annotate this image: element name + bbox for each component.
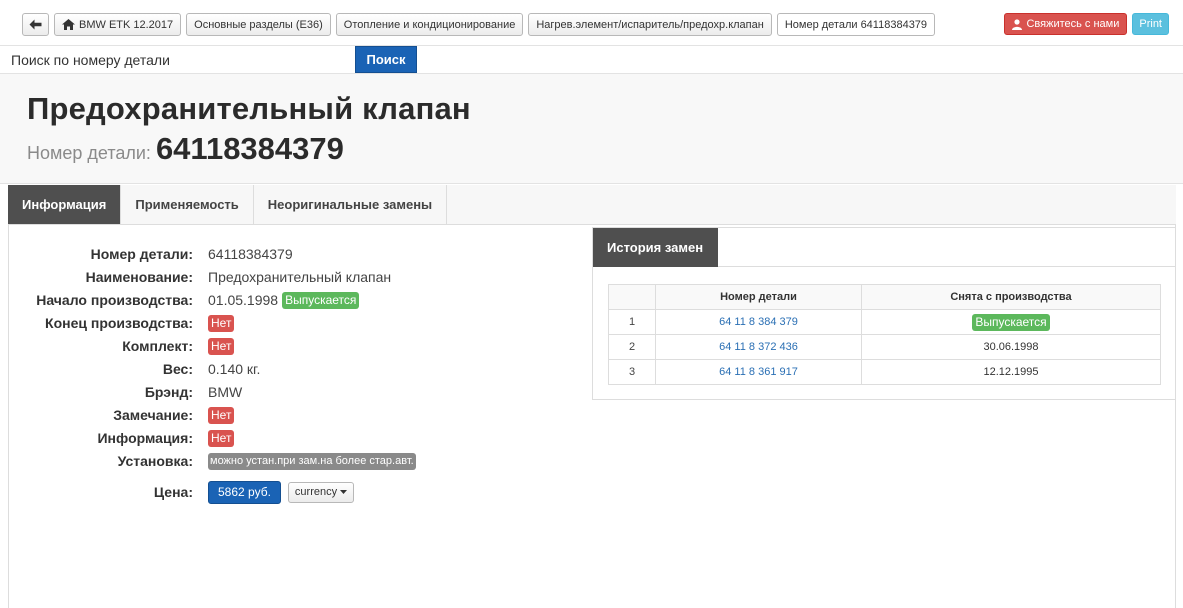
home-icon bbox=[62, 19, 75, 30]
discontinued-cell: 12.12.1995 bbox=[861, 359, 1161, 385]
breadcrumb-item-heating[interactable]: Отопление и кондиционирование bbox=[335, 13, 524, 36]
breadcrumb-item-label: Основные разделы (E36) bbox=[194, 18, 323, 31]
price-button[interactable]: 5862 руб. bbox=[208, 480, 281, 504]
search-label: Поиск по номеру детали bbox=[11, 52, 170, 68]
breadcrumb-item-label: Нагрев.элемент/испаритель/предохр.клапан bbox=[536, 18, 764, 31]
status-badge: Выпускается bbox=[282, 291, 360, 309]
status-badge: Нет bbox=[208, 314, 235, 332]
detail-value: BMW bbox=[208, 384, 243, 400]
search-bar: Поиск по номеру детали Поиск bbox=[0, 46, 1183, 74]
page-header: Предохранительный клапан Номер детали: 64… bbox=[0, 74, 1183, 184]
detail-value: Предохранительный клапан bbox=[208, 269, 392, 285]
tab-label: Информация bbox=[22, 197, 107, 212]
discontinued-cell: Выпускается bbox=[861, 309, 1161, 335]
column-header-part-number: Номер детали bbox=[655, 284, 862, 310]
part-number-link[interactable]: 64 11 8 384 379 bbox=[655, 309, 862, 335]
detail-row-installation: Установка: можно устан.при зам.на более … bbox=[0, 451, 416, 471]
detail-label: Комплект: bbox=[122, 338, 193, 354]
table-row: 1 64 11 8 384 379 Выпускается bbox=[608, 309, 1161, 335]
currency-dropdown[interactable]: currency bbox=[287, 481, 355, 503]
part-number-link[interactable]: 64 11 8 372 436 bbox=[655, 334, 862, 360]
detail-row-name: Наименование: Предохранительный клапан bbox=[0, 267, 392, 287]
breadcrumb-item-sections[interactable]: Основные разделы (E36) bbox=[186, 13, 331, 36]
detail-label: Установка: bbox=[117, 453, 193, 469]
breadcrumb-item-label: Отопление и кондиционирование bbox=[343, 18, 516, 31]
detail-row-brand: Брэнд: BMW bbox=[0, 382, 242, 402]
detail-row-weight: Вес: 0.140 кг. bbox=[0, 359, 261, 379]
tab-label: История замен bbox=[607, 240, 704, 255]
search-input[interactable] bbox=[175, 46, 355, 73]
table-row: 3 64 11 8 361 917 12.12.1995 bbox=[608, 359, 1161, 385]
part-number-heading-label: Номер детали: bbox=[27, 143, 151, 163]
table-header-row: Номер детали Снята с производства bbox=[608, 284, 1161, 310]
status-badge: Нет bbox=[208, 337, 235, 355]
back-button[interactable] bbox=[22, 13, 49, 36]
status-badge: Нет bbox=[208, 429, 235, 447]
replacement-history-panel: История замен Номер детали Снята с произ… bbox=[592, 227, 1176, 400]
part-number-link[interactable]: 64 11 8 361 917 bbox=[655, 359, 862, 385]
replacement-history-table: Номер детали Снята с производства 1 64 1… bbox=[608, 284, 1161, 385]
search-button-label: Поиск bbox=[366, 52, 406, 67]
detail-label: Брэнд: bbox=[144, 384, 193, 400]
detail-label: Информация: bbox=[97, 430, 193, 446]
detail-value: 01.05.1998 bbox=[208, 292, 279, 308]
tab-non-original[interactable]: Неоригинальные замены bbox=[253, 185, 448, 224]
row-index: 2 bbox=[608, 334, 656, 360]
breadcrumb-item-label: BMW ETK 12.2017 bbox=[79, 18, 174, 31]
row-index: 3 bbox=[608, 359, 656, 385]
detail-row-part-number: Номер детали: 64118384379 bbox=[0, 244, 293, 264]
breadcrumb-item-catalog[interactable]: BMW ETK 12.2017 bbox=[54, 13, 182, 36]
detail-label: Вес: bbox=[162, 361, 193, 377]
breadcrumb-item-current: Номер детали 64118384379 bbox=[776, 13, 936, 36]
contact-button-label: Свяжитесь с нами bbox=[1026, 18, 1120, 30]
detail-row-price: Цена: 5862 руб. currency bbox=[0, 480, 355, 504]
arrow-left-icon bbox=[29, 19, 42, 30]
discontinued-cell: 30.06.1998 bbox=[861, 334, 1161, 360]
detail-label: Начало производства: bbox=[36, 292, 193, 308]
user-icon bbox=[1012, 18, 1023, 30]
currency-dropdown-label: currency bbox=[294, 486, 338, 498]
caret-down-icon bbox=[340, 490, 348, 494]
price-value: 5862 руб. bbox=[218, 485, 271, 499]
contact-button[interactable]: Свяжитесь с нами bbox=[1004, 13, 1128, 35]
column-header-discontinued: Снята с производства bbox=[861, 284, 1161, 310]
tab-label: Неоригинальные замены bbox=[267, 197, 433, 212]
breadcrumb: BMW ETK 12.2017 Основные разделы (E36) О… bbox=[22, 13, 936, 36]
detail-row-remark: Замечание: Нет bbox=[0, 405, 235, 425]
detail-value: 0.140 кг. bbox=[208, 361, 261, 377]
tab-information[interactable]: Информация bbox=[8, 185, 122, 224]
page-title: Предохранительный клапан bbox=[27, 91, 471, 126]
status-badge: Выпускается bbox=[972, 313, 1050, 331]
detail-label: Номер детали: bbox=[90, 246, 193, 262]
detail-value: 64118384379 bbox=[208, 246, 293, 262]
detail-label: Замечание: bbox=[113, 407, 193, 423]
tab-applicability[interactable]: Применяемость bbox=[121, 185, 254, 224]
history-tab-strip bbox=[718, 228, 1175, 267]
table-row: 2 64 11 8 372 436 30.06.1998 bbox=[608, 334, 1161, 360]
detail-label: Цена: bbox=[153, 484, 193, 500]
header-actions: Свяжитесь с нами Print bbox=[1004, 13, 1169, 35]
tab-replacement-history[interactable]: История замен bbox=[593, 228, 718, 267]
breadcrumb-item-label: Номер детали 64118384379 bbox=[784, 18, 928, 31]
detail-label: Конец производства: bbox=[45, 315, 193, 331]
tab-label: Применяемость bbox=[135, 197, 239, 212]
installation-badge: можно устан.при зам.на более стар.авт. bbox=[208, 452, 416, 470]
detail-row-information: Информация: Нет bbox=[0, 428, 235, 448]
status-badge: Нет bbox=[208, 406, 235, 424]
search-button[interactable]: Поиск bbox=[355, 46, 417, 73]
breadcrumb-item-group[interactable]: Нагрев.элемент/испаритель/предохр.клапан bbox=[528, 13, 772, 36]
detail-row-production-start: Начало производства: 01.05.1998 Выпускает… bbox=[0, 290, 360, 310]
part-number-heading-value: 64118384379 bbox=[155, 131, 344, 166]
print-button[interactable]: Print bbox=[1132, 13, 1169, 35]
row-index: 1 bbox=[608, 309, 656, 335]
column-header-index bbox=[608, 284, 656, 310]
part-number-heading: Номер детали: 64118384379 bbox=[27, 131, 344, 167]
breadcrumb-bar: BMW ETK 12.2017 Основные разделы (E36) О… bbox=[0, 0, 1183, 46]
print-button-label: Print bbox=[1139, 18, 1162, 30]
detail-label: Наименование: bbox=[85, 269, 193, 285]
detail-row-production-end: Конец производства: Нет bbox=[0, 313, 235, 333]
tab-bar: Информация Применяемость Неоригинальные … bbox=[8, 185, 1176, 225]
detail-row-kit: Комплект: Нет bbox=[0, 336, 235, 356]
